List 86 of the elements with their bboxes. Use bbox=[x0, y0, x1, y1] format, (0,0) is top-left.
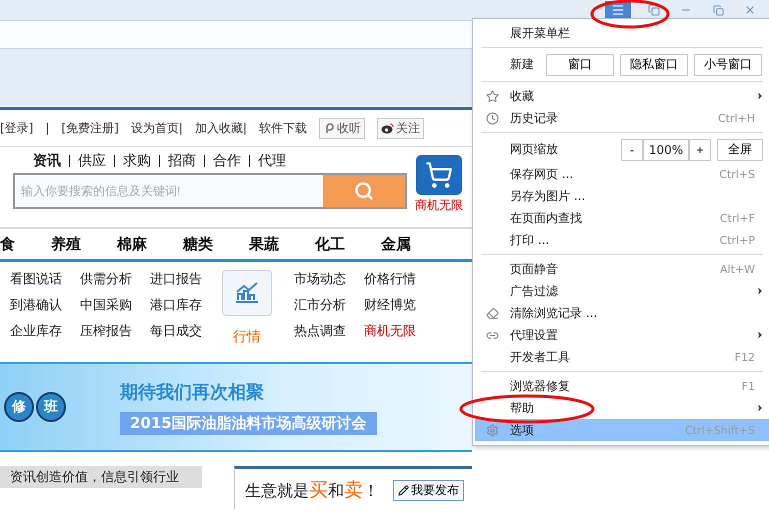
nav-link[interactable]: 价格行情 bbox=[364, 270, 416, 288]
zoom-out-button[interactable]: - bbox=[621, 138, 643, 160]
menu-item[interactable]: 收藏 bbox=[475, 85, 769, 107]
search-tab[interactable]: 求购 bbox=[123, 152, 151, 170]
menu-item[interactable]: 保存网页 ... Ctrl+S bbox=[475, 163, 769, 185]
nav-link[interactable]: 进口报告 bbox=[150, 270, 202, 288]
category-link[interactable]: 食 bbox=[0, 234, 15, 254]
category-link[interactable]: 养殖 bbox=[51, 234, 81, 254]
chart-icon bbox=[234, 282, 260, 304]
new-window-button[interactable]: 隐私窗口 bbox=[620, 54, 688, 76]
nav-link[interactable]: 财经博览 bbox=[364, 296, 416, 314]
top-link[interactable]: 设为首页| bbox=[130, 120, 183, 136]
menu-label: 新建 bbox=[510, 56, 535, 73]
search-tab[interactable]: 供应 bbox=[78, 152, 106, 170]
top-link[interactable]: 加入收藏| bbox=[194, 120, 247, 136]
menu-item[interactable]: 选项 Ctrl+Shift+S bbox=[475, 419, 769, 441]
menu-item[interactable]: 页面静音 Alt+W bbox=[475, 258, 769, 280]
nav-link[interactable]: 到港确认 bbox=[10, 296, 62, 314]
menu-item[interactable]: 广告过滤 bbox=[475, 280, 769, 302]
cart-icon bbox=[425, 161, 453, 189]
menu-item[interactable]: 开发者工具 F12 bbox=[475, 346, 769, 368]
nav-link[interactable]: 中国采购 bbox=[80, 296, 132, 314]
category-link[interactable]: 化工 bbox=[315, 234, 345, 254]
top-link[interactable]: 软件下载 bbox=[258, 120, 307, 136]
search-tab[interactable]: 招商 bbox=[168, 152, 196, 170]
menu-item[interactable]: 代理设置 bbox=[475, 324, 769, 346]
search-tab[interactable]: 资讯 bbox=[33, 152, 61, 170]
eraser-icon bbox=[486, 306, 499, 320]
category-link[interactable]: 果蔬 bbox=[249, 234, 279, 254]
nav-link[interactable]: 供需分析 bbox=[80, 270, 132, 288]
menu-item[interactable]: 帮助 bbox=[475, 397, 769, 419]
nav-link[interactable]: 商机无限 bbox=[364, 322, 416, 340]
menu-item[interactable]: 打印 ... Ctrl+P bbox=[475, 229, 769, 251]
search-tab[interactable]: 代理 bbox=[258, 152, 286, 170]
nav-link[interactable]: 港口库存 bbox=[150, 296, 202, 314]
category-link[interactable]: 棉麻 bbox=[117, 234, 147, 254]
nav-link[interactable]: 企业库存 bbox=[10, 322, 62, 340]
settings-icon bbox=[486, 424, 499, 436]
weibo-icon bbox=[380, 122, 394, 134]
new-window-button[interactable]: 窗口 bbox=[546, 54, 614, 76]
banner-headline: 期待我们再次相聚 bbox=[120, 380, 265, 404]
top-link[interactable]: [免费注册] bbox=[61, 120, 119, 136]
listen-button[interactable]: 收听 bbox=[318, 118, 365, 138]
search-button[interactable] bbox=[323, 175, 405, 207]
banner-badge: 班 bbox=[36, 392, 66, 422]
top-link[interactable]: | bbox=[45, 121, 50, 135]
restore-icon bbox=[712, 4, 724, 16]
menu-item[interactable]: 历史记录 Ctrl+H bbox=[475, 107, 769, 129]
nav-link[interactable]: 看图说话 bbox=[10, 270, 62, 288]
menu-item[interactable]: 浏览器修复 F1 bbox=[475, 375, 769, 397]
promo-link[interactable]: 商机无限 bbox=[415, 197, 463, 214]
window-icon bbox=[648, 4, 660, 16]
banner[interactable]: 修 班 期待我们再次相聚 2015国际油脂油料市场高级研讨会 bbox=[0, 362, 472, 452]
clock-icon bbox=[486, 112, 499, 124]
market-button[interactable] bbox=[222, 270, 272, 316]
banner-badge: 修 bbox=[4, 392, 34, 422]
fullscreen-button[interactable]: 全屏 bbox=[717, 138, 763, 160]
cart-button[interactable] bbox=[416, 155, 462, 195]
banner-title: 2015国际油脂油料市场高级研讨会 bbox=[120, 412, 377, 434]
pencil-icon bbox=[398, 484, 409, 496]
nav-link[interactable]: 汇市分析 bbox=[294, 296, 346, 314]
close-icon bbox=[744, 4, 756, 16]
nav-link[interactable]: 每日成交 bbox=[150, 322, 202, 340]
search-tab[interactable]: 合作 bbox=[213, 152, 241, 170]
top-link[interactable]: [登录] bbox=[0, 120, 34, 136]
trade-slogan: 生意就是买和卖！ bbox=[245, 478, 379, 503]
zoom-in-button[interactable]: + bbox=[689, 138, 711, 160]
menu-item[interactable]: 在页面内查找 Ctrl+F bbox=[475, 207, 769, 229]
menu-label: 网页缩放 bbox=[510, 141, 559, 158]
category-link[interactable]: 糖类 bbox=[183, 234, 213, 254]
new-window-button[interactable]: 小号窗口 bbox=[694, 54, 762, 76]
star-icon bbox=[486, 90, 499, 102]
search-field[interactable]: 输入你要搜索的信息及关键词! bbox=[13, 173, 407, 209]
nav-link[interactable]: 市场动态 bbox=[294, 270, 346, 288]
search-icon bbox=[354, 181, 374, 201]
slogan: 资讯创造价值，信息引领行业 bbox=[0, 466, 202, 488]
menu-item[interactable]: 另存为图片 ... bbox=[475, 185, 769, 207]
publish-button[interactable]: 我要发布 bbox=[393, 480, 464, 500]
menu-item[interactable]: 清除浏览记录 ... bbox=[475, 302, 769, 324]
menu-icon bbox=[611, 3, 625, 17]
menu-item[interactable]: 展开菜单栏 bbox=[475, 22, 769, 44]
follow-button[interactable]: 关注 bbox=[376, 118, 424, 138]
category-link[interactable]: 金属 bbox=[381, 234, 411, 254]
nav-link[interactable]: 压榨报告 bbox=[80, 322, 132, 340]
zoom-level: 100% bbox=[643, 138, 689, 160]
nav-link[interactable]: 热点调查 bbox=[294, 322, 346, 340]
